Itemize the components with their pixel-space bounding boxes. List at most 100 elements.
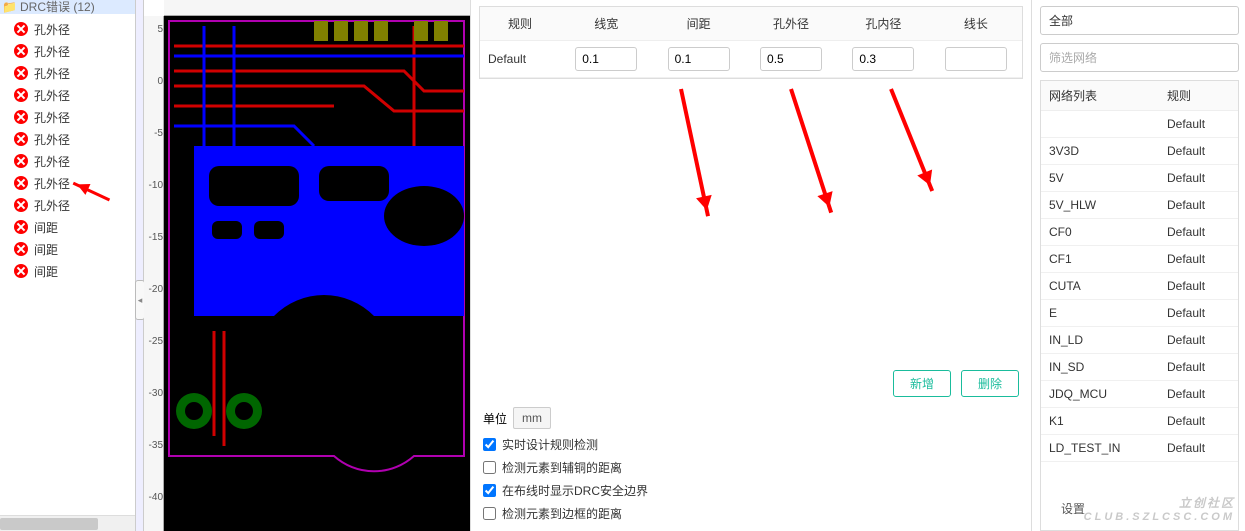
error-icon: [14, 22, 28, 36]
nets-table-row[interactable]: EDefault: [1041, 300, 1238, 327]
rules-header-cell[interactable]: 间距: [652, 7, 744, 40]
net-name-cell: K1: [1041, 408, 1159, 434]
clearance-input[interactable]: [668, 47, 730, 71]
checkbox-label: 实时设计规则检测: [502, 436, 598, 453]
checkbox-row[interactable]: 检测元素到边框的距离: [479, 502, 1023, 525]
line-width-input[interactable]: [575, 47, 637, 71]
error-label: 孔外径: [34, 153, 70, 170]
rules-header-cell[interactable]: 线长: [930, 7, 1022, 40]
drc-error-item[interactable]: 孔外径: [0, 40, 135, 62]
rules-table-row[interactable]: Default: [480, 41, 1022, 78]
error-icon: [14, 66, 28, 80]
nets-table-row[interactable]: IN_LDDefault: [1041, 327, 1238, 354]
error-icon: [14, 110, 28, 124]
unit-row: 单位 mm: [479, 403, 1023, 433]
net-rule-cell: Default: [1159, 327, 1238, 353]
drc-error-item[interactable]: 间距: [0, 238, 135, 260]
via-inner-input[interactable]: [852, 47, 914, 71]
nets-table-row[interactable]: K1Default: [1041, 408, 1238, 435]
net-name-cell: JDQ_MCU: [1041, 381, 1159, 407]
nets-table-row[interactable]: 5V_HLWDefault: [1041, 192, 1238, 219]
error-icon: [14, 176, 28, 190]
checkbox-group: 实时设计规则检测检测元素到辅铜的距离在布线时显示DRC安全边界检测元素到边框的距…: [479, 433, 1023, 525]
line-length-input[interactable]: [945, 47, 1007, 71]
horizontal-scrollbar[interactable]: [0, 515, 135, 531]
drc-error-item[interactable]: 孔外径: [0, 18, 135, 40]
drc-error-item[interactable]: 孔外径: [0, 194, 135, 216]
drc-error-item[interactable]: 间距: [0, 216, 135, 238]
error-label: 孔外径: [34, 131, 70, 148]
ruler-tick: 0: [145, 76, 163, 87]
nets-table-row[interactable]: CF1Default: [1041, 246, 1238, 273]
nets-header-rule[interactable]: 规则: [1159, 81, 1238, 110]
nets-table-row[interactable]: JDQ_MCUDefault: [1041, 381, 1238, 408]
nets-table-body[interactable]: Default3V3DDefault5VDefault5V_HLWDefault…: [1041, 111, 1238, 530]
error-icon: [14, 132, 28, 146]
rules-button-row: 新增 删除: [479, 364, 1023, 403]
ruler-tick: -10: [145, 180, 163, 191]
nets-table-row[interactable]: CF0Default: [1041, 219, 1238, 246]
annotation-arrow: [889, 88, 934, 191]
drc-error-item[interactable]: 孔外径: [0, 172, 135, 194]
rules-table: 规则线宽间距孔外径孔内径线长 Default: [479, 6, 1023, 79]
unit-value[interactable]: mm: [513, 407, 551, 429]
folder-icon: 📁: [2, 0, 17, 14]
nets-table-row[interactable]: IN_SDDefault: [1041, 354, 1238, 381]
net-name-cell: 3V3D: [1041, 138, 1159, 164]
nets-table-header: 网络列表 规则: [1041, 81, 1238, 111]
nets-table-row[interactable]: 3V3DDefault: [1041, 138, 1238, 165]
net-rule-cell: Default: [1159, 381, 1238, 407]
nets-table-row[interactable]: CUTADefault: [1041, 273, 1238, 300]
drc-error-item[interactable]: 孔外径: [0, 84, 135, 106]
drc-error-item[interactable]: 孔外径: [0, 150, 135, 172]
checkbox[interactable]: [483, 461, 496, 474]
checkbox-row[interactable]: 检测元素到辅铜的距离: [479, 456, 1023, 479]
nets-table-row[interactable]: Default: [1041, 111, 1238, 138]
nets-header-name[interactable]: 网络列表: [1041, 81, 1159, 110]
nets-table-row[interactable]: LD_TEST_INDefault: [1041, 435, 1238, 462]
pcb-view[interactable]: [164, 16, 470, 531]
drc-error-item[interactable]: 孔外径: [0, 106, 135, 128]
checkbox[interactable]: [483, 484, 496, 497]
net-rule-cell: Default: [1159, 273, 1238, 299]
checkbox[interactable]: [483, 507, 496, 520]
checkbox-row[interactable]: 在布线时显示DRC安全边界: [479, 479, 1023, 502]
drc-error-item[interactable]: 孔外径: [0, 62, 135, 84]
checkbox[interactable]: [483, 438, 496, 451]
error-label: 孔外径: [34, 175, 70, 192]
nets-table-row[interactable]: 5VDefault: [1041, 165, 1238, 192]
rules-blank-area: [479, 79, 1023, 364]
rules-header-cell[interactable]: 线宽: [560, 7, 652, 40]
error-label: 孔外径: [34, 87, 70, 104]
rules-header-cell[interactable]: 孔内径: [837, 7, 929, 40]
rules-column: 规则线宽间距孔外径孔内径线长 Default 新增 删除 单位 mm 实时设计规…: [471, 0, 1031, 531]
right-panel: 规则线宽间距孔外径孔内径线长 Default 新增 删除 单位 mm 实时设计规…: [470, 0, 1245, 531]
rules-header-cell[interactable]: 规则: [480, 7, 560, 40]
delete-button[interactable]: 删除: [961, 370, 1019, 397]
via-outer-input[interactable]: [760, 47, 822, 71]
unit-label: 单位: [483, 410, 507, 427]
scrollbar-thumb[interactable]: [0, 518, 98, 530]
checkbox-row[interactable]: 实时设计规则检测: [479, 433, 1023, 456]
error-label: 孔外径: [34, 197, 70, 214]
drc-error-item[interactable]: 孔外径: [0, 128, 135, 150]
rules-header-cell[interactable]: 孔外径: [745, 7, 837, 40]
settings-label: 设置: [1061, 500, 1085, 517]
checkbox-label: 在布线时显示DRC安全边界: [502, 482, 648, 499]
error-icon: [14, 44, 28, 58]
net-name-cell: [1041, 111, 1159, 137]
net-name-cell: 5V_HLW: [1041, 192, 1159, 218]
error-label: 间距: [34, 219, 58, 236]
drc-error-item[interactable]: 间距: [0, 260, 135, 282]
checkbox-label: 检测元素到边框的距离: [502, 505, 622, 522]
nets-all-select[interactable]: 全部: [1040, 6, 1239, 35]
error-icon: [14, 88, 28, 102]
pcb-canvas[interactable]: 50-5-10-15-20-25-30-35-40: [144, 0, 470, 531]
splitter[interactable]: ◂: [136, 0, 144, 531]
error-label: 孔外径: [34, 21, 70, 38]
add-button[interactable]: 新增: [893, 370, 951, 397]
error-icon: [14, 198, 28, 212]
rules-table-header: 规则线宽间距孔外径孔内径线长: [480, 7, 1022, 41]
nets-column: 全部 筛选网络 网络列表 规则 Default3V3DDefault5VDefa…: [1031, 0, 1245, 531]
nets-filter-input[interactable]: 筛选网络: [1040, 43, 1239, 72]
